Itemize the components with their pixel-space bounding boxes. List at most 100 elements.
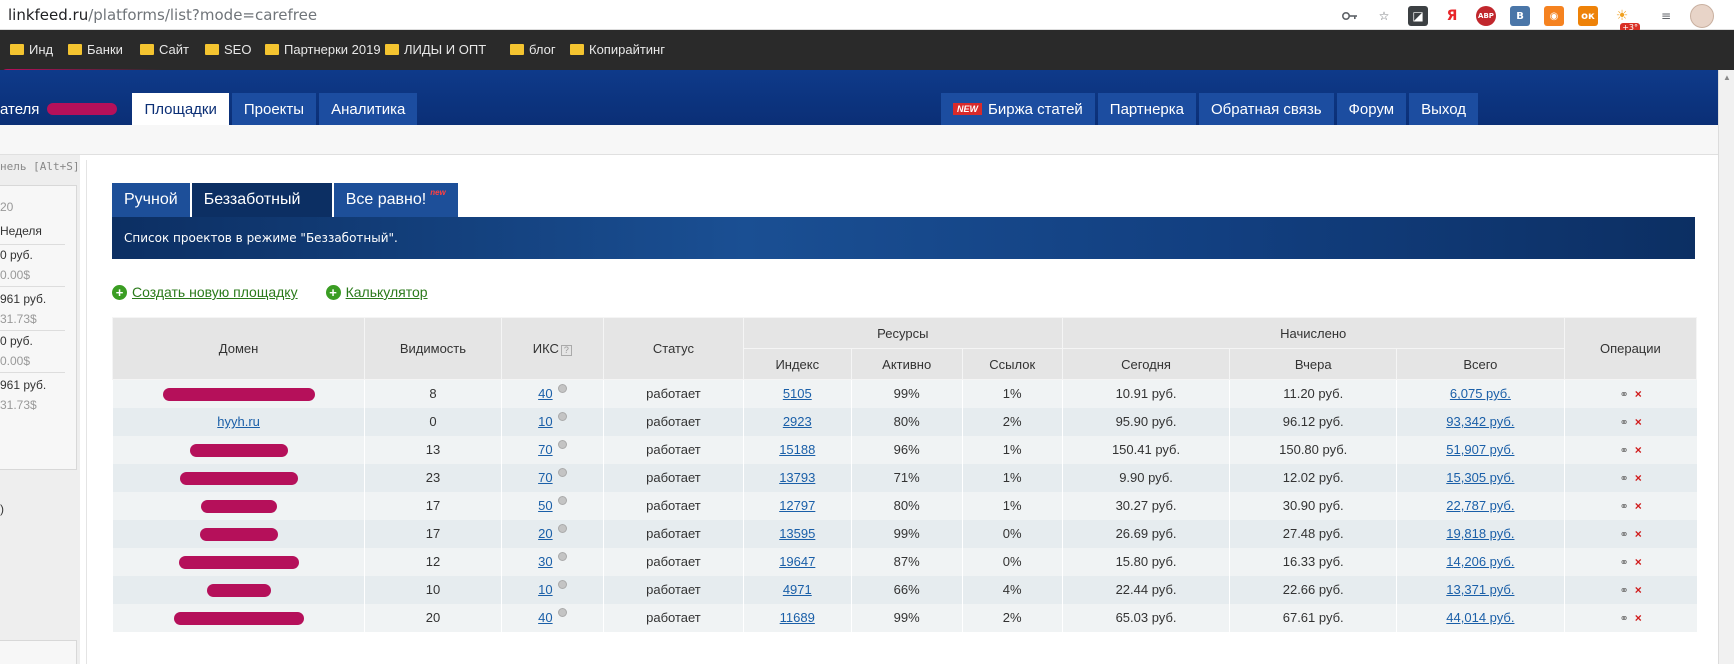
- total-link[interactable]: 93,342 руб.: [1446, 414, 1514, 429]
- bookmark-item[interactable]: блог: [510, 42, 556, 57]
- info-icon[interactable]: [557, 580, 567, 589]
- index-link[interactable]: 15188: [779, 442, 815, 457]
- scroll-up-icon[interactable]: ▲: [1723, 73, 1731, 82]
- col-today[interactable]: Сегодня: [1061, 348, 1231, 380]
- link-icon[interactable]: ⚭: [1620, 584, 1629, 597]
- link-icon[interactable]: ⚭: [1620, 444, 1629, 457]
- nav-forum[interactable]: Форум: [1336, 93, 1407, 125]
- bookmark-item[interactable]: ЛИДЫ И ОПТ: [385, 42, 486, 57]
- bookmark-item[interactable]: Банки: [68, 42, 123, 57]
- bookmark-item[interactable]: Сайт: [140, 42, 189, 57]
- yandex-icon[interactable]: Я: [1442, 6, 1462, 26]
- col-status[interactable]: Статус: [602, 317, 744, 380]
- nav-user-cabinet[interactable]: ателя: [0, 93, 129, 125]
- key-icon[interactable]: [1340, 6, 1360, 26]
- domain-cell[interactable]: [111, 547, 365, 576]
- domain-cell[interactable]: [111, 603, 365, 632]
- avatar[interactable]: [1690, 4, 1714, 28]
- info-icon[interactable]: [557, 552, 567, 561]
- iks-link[interactable]: 20: [538, 526, 552, 541]
- vk-icon[interactable]: B: [1510, 6, 1530, 26]
- col-iks[interactable]: ИКС?: [500, 317, 604, 380]
- delete-icon[interactable]: ×: [1635, 387, 1642, 401]
- nav-platforms[interactable]: Площадки: [132, 93, 229, 125]
- delete-icon[interactable]: ×: [1635, 471, 1642, 485]
- index-link[interactable]: 11689: [780, 610, 815, 625]
- adblock-icon[interactable]: ABP: [1476, 6, 1496, 26]
- tab-carefree[interactable]: Беззаботный: [191, 183, 332, 217]
- nav-article-exchange[interactable]: NEW Биржа статей: [941, 93, 1095, 125]
- info-icon[interactable]: [557, 412, 567, 421]
- link-icon[interactable]: ⚭: [1620, 528, 1629, 541]
- info-icon[interactable]: [557, 468, 567, 477]
- total-link[interactable]: 15,305 руб.: [1446, 470, 1514, 485]
- bookmark-item[interactable]: Партнерки 2019: [265, 42, 381, 57]
- total-link[interactable]: 13,371 руб.: [1446, 582, 1514, 597]
- nav-feedback[interactable]: Обратная связь: [1199, 93, 1334, 125]
- total-link[interactable]: 44,014 руб.: [1446, 610, 1514, 625]
- iks-link[interactable]: 30: [538, 554, 552, 569]
- nav-logout[interactable]: Выход: [1409, 93, 1478, 125]
- index-link[interactable]: 19647: [779, 554, 815, 569]
- odnoklassniki-icon[interactable]: ок: [1578, 6, 1598, 26]
- domain-cell[interactable]: [111, 435, 365, 464]
- total-link[interactable]: 6,075 руб.: [1450, 386, 1511, 401]
- nav-projects[interactable]: Проекты: [231, 93, 317, 125]
- domain-cell[interactable]: [111, 379, 365, 408]
- nav-analytics[interactable]: Аналитика: [319, 93, 418, 125]
- total-link[interactable]: 19,818 руб.: [1446, 526, 1514, 541]
- index-link[interactable]: 2923: [783, 414, 812, 429]
- index-link[interactable]: 12797: [779, 498, 815, 513]
- col-yesterday[interactable]: Вчера: [1229, 348, 1398, 380]
- nav-partner[interactable]: Партнерка: [1097, 93, 1197, 125]
- link-icon[interactable]: ⚭: [1620, 612, 1629, 625]
- queue-icon[interactable]: ≡: [1656, 6, 1676, 26]
- weather-icon[interactable]: ☀ +3°: [1612, 6, 1640, 32]
- bookmark-item[interactable]: SEO: [205, 42, 251, 57]
- star-icon[interactable]: ☆: [1374, 6, 1394, 26]
- domain-cell[interactable]: [111, 575, 365, 604]
- link-icon[interactable]: ⚭: [1620, 416, 1629, 429]
- delete-icon[interactable]: ×: [1635, 555, 1642, 569]
- col-visibility[interactable]: Видимость: [364, 317, 502, 380]
- create-platform-action[interactable]: + Создать новую площадку: [112, 284, 298, 300]
- delete-icon[interactable]: ×: [1635, 583, 1642, 597]
- index-link[interactable]: 4971: [783, 582, 812, 597]
- delete-icon[interactable]: ×: [1635, 527, 1642, 541]
- total-link[interactable]: 51,907 руб.: [1446, 442, 1514, 457]
- delete-icon[interactable]: ×: [1635, 443, 1642, 457]
- iks-link[interactable]: 10: [538, 414, 552, 429]
- domain-cell[interactable]: [111, 519, 365, 548]
- iks-link[interactable]: 40: [538, 386, 552, 401]
- col-total[interactable]: Всего: [1396, 348, 1565, 380]
- calculator-action[interactable]: + Калькулятор: [325, 284, 428, 300]
- col-links[interactable]: Ссылок: [961, 348, 1063, 380]
- domain-link[interactable]: hyyh.ru: [217, 414, 260, 429]
- domain-cell[interactable]: [111, 491, 365, 520]
- calculator-link[interactable]: Калькулятор: [346, 284, 428, 300]
- info-icon[interactable]: [557, 496, 567, 505]
- info-icon[interactable]: [557, 440, 567, 449]
- bookmark-item[interactable]: Копирайтинг: [570, 42, 665, 57]
- info-icon[interactable]: [557, 608, 567, 617]
- info-icon[interactable]: [557, 524, 567, 533]
- delete-icon[interactable]: ×: [1635, 415, 1642, 429]
- tab-whatever[interactable]: Все равно! new: [333, 183, 458, 217]
- create-platform-link[interactable]: Создать новую площадку: [132, 284, 298, 300]
- iks-link[interactable]: 70: [538, 442, 552, 457]
- delete-icon[interactable]: ×: [1635, 499, 1642, 513]
- iks-link[interactable]: 70: [538, 470, 552, 485]
- iks-link[interactable]: 40: [538, 610, 552, 625]
- domain-cell[interactable]: [111, 463, 365, 492]
- iks-link[interactable]: 10: [538, 582, 552, 597]
- index-link[interactable]: 13793: [779, 470, 815, 485]
- total-link[interactable]: 14,206 руб.: [1446, 554, 1514, 569]
- col-index[interactable]: Индекс: [742, 348, 852, 380]
- link-icon[interactable]: ⚭: [1620, 388, 1629, 401]
- help-icon[interactable]: ?: [560, 345, 572, 356]
- bookmark-item[interactable]: Инд: [10, 42, 53, 57]
- page-scrollbar[interactable]: ▲: [1718, 70, 1734, 664]
- col-domain[interactable]: Домен: [111, 317, 366, 380]
- link-icon[interactable]: ⚭: [1620, 472, 1629, 485]
- total-link[interactable]: 22,787 руб.: [1446, 498, 1514, 513]
